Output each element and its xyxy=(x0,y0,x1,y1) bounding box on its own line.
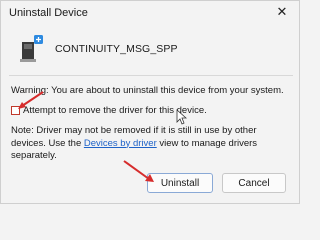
close-button[interactable]: ✕ xyxy=(271,3,293,21)
divider xyxy=(9,75,293,76)
mouse-cursor-icon xyxy=(176,109,187,125)
device-name: CONTINUITY_MSG_SPP xyxy=(55,43,178,55)
cancel-button[interactable]: Cancel xyxy=(222,173,286,193)
bluetooth-device-icon xyxy=(20,35,43,62)
remove-driver-checkbox[interactable] xyxy=(11,106,20,115)
warning-text: Warning: You are about to uninstall this… xyxy=(11,85,284,96)
window-title: Uninstall Device xyxy=(9,7,88,19)
uninstall-button[interactable]: Uninstall xyxy=(147,173,213,193)
devices-by-driver-link[interactable]: Devices by driver xyxy=(84,138,157,149)
note-text: Note: Driver may not be removed if it is… xyxy=(11,125,293,163)
uninstall-device-dialog: Uninstall Device ✕ CONTINUITY_MSG_SPP Wa… xyxy=(0,0,300,204)
